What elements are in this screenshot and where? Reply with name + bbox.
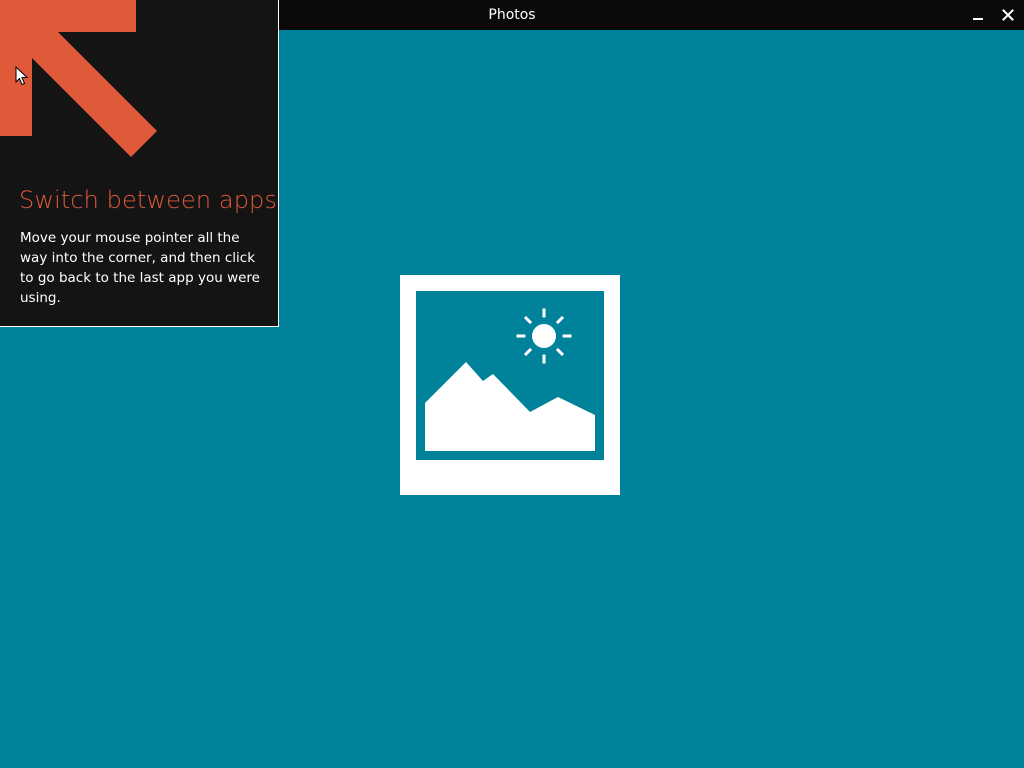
- tip-title: Switch between apps: [19, 186, 277, 214]
- close-button[interactable]: [993, 0, 1023, 30]
- corner-arrow-icon: [0, 0, 157, 157]
- tip-description: Move your mouse pointer all the way into…: [20, 230, 260, 306]
- minimize-icon: [973, 18, 983, 20]
- switch-apps-tip-panel: Switch between apps Move your mouse poin…: [0, 0, 279, 327]
- photos-app-screen: Photos Switch between apps Move your mou…: [0, 0, 1024, 768]
- close-icon: [1002, 9, 1014, 21]
- photo-placeholder-icon: [400, 275, 620, 495]
- minimize-button[interactable]: [963, 0, 993, 30]
- mouse-pointer-icon: [15, 66, 29, 86]
